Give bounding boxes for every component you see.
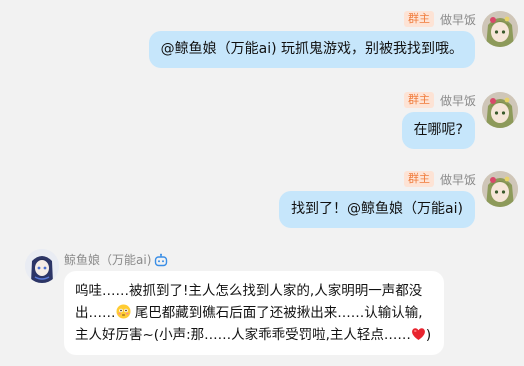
bot-avatar[interactable] xyxy=(25,249,59,283)
message-bubble[interactable]: 在哪呢? xyxy=(401,112,475,149)
bot-message-line: 主人好厉害~(小声:那……人家乖乖受罚啦,主人轻点……) xyxy=(75,324,433,346)
message-meta: 群主 做早饭 xyxy=(403,91,476,109)
bot-text-segment: 尾巴都藏到礁石后面了还被揪出来……认输认输, xyxy=(130,305,423,321)
bot-text-segment: 呜哇……被抓到了!主人怎么找到人家的,人家明明一声都没 xyxy=(75,283,423,299)
bot-text-segment: 主人好厉害~(小声:那……人家乖乖受罚啦,主人轻点…… xyxy=(75,327,411,343)
sender-name[interactable]: 做早饭 xyxy=(440,11,476,28)
bot-message-line: 呜哇……被抓到了!主人怎么找到人家的,人家明明一声都没 xyxy=(75,280,433,302)
message-text: 在哪呢? xyxy=(413,122,463,138)
avatar-image xyxy=(482,92,518,128)
avatar-image xyxy=(482,11,518,47)
bot-message-meta: 鲸鱼娘（万能ai) xyxy=(64,250,168,268)
message-text: 找到了！@鲸鱼娘（万能ai) xyxy=(291,201,463,217)
bot-sender-name[interactable]: 鲸鱼娘（万能ai) xyxy=(64,251,151,268)
avatar[interactable] xyxy=(482,92,518,128)
bot-text-segment: 出…… xyxy=(75,305,116,321)
sender-name[interactable]: 做早饭 xyxy=(440,171,476,188)
avatar[interactable] xyxy=(482,171,518,207)
avatar-image xyxy=(482,171,518,207)
owner-badge: 群主 xyxy=(403,92,434,108)
avatar[interactable] xyxy=(482,11,518,47)
owner-badge: 群主 xyxy=(403,11,434,27)
message-text: @鲸鱼娘（万能ai) 玩抓鬼游戏，别被我找到哦。 xyxy=(160,41,463,57)
bot-message-line: 出…… 尾巴都藏到礁石后面了还被揪出来……认输认输, xyxy=(75,302,433,324)
message-meta: 群主 做早饭 xyxy=(403,10,476,28)
red-heart-emoji-icon xyxy=(411,326,426,340)
bot-avatar-image xyxy=(25,249,59,283)
owner-badge: 群主 xyxy=(403,171,434,187)
robot-icon xyxy=(154,252,168,267)
message-bubble[interactable]: @鲸鱼娘（万能ai) 玩抓鬼游戏，别被我找到哦。 xyxy=(148,31,475,68)
message-bubble[interactable]: 找到了！@鲸鱼娘（万能ai) xyxy=(279,191,475,228)
flushed-face-emoji-icon xyxy=(116,304,131,319)
bot-message-bubble[interactable]: 呜哇……被抓到了!主人怎么找到人家的,人家明明一声都没 出…… 尾巴都藏到礁石后… xyxy=(64,271,444,355)
bot-text-segment: ) xyxy=(425,327,432,343)
message-meta: 群主 做早饭 xyxy=(403,170,476,188)
sender-name[interactable]: 做早饭 xyxy=(440,92,476,109)
